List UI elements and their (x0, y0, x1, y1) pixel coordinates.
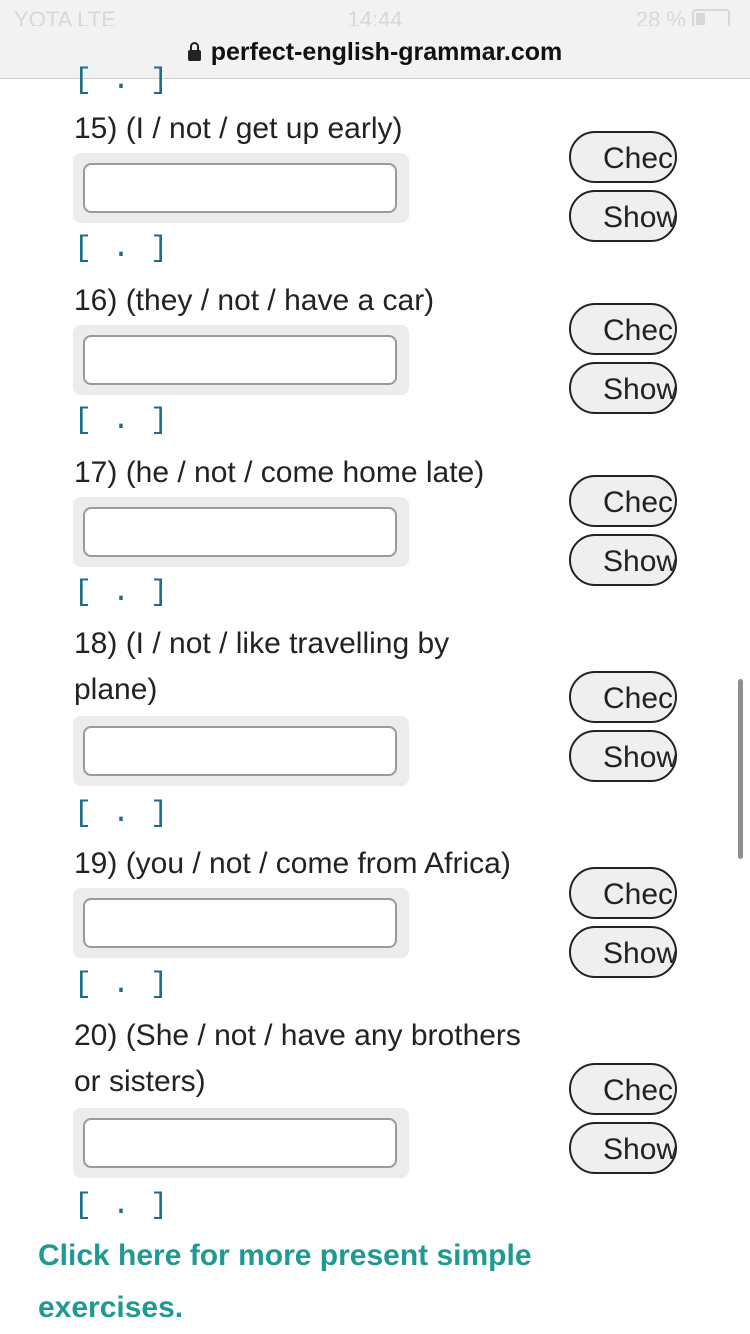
check-button-16[interactable]: Check (569, 303, 677, 355)
answer-box-17 (73, 497, 409, 567)
show-button-19[interactable]: Show (569, 926, 677, 978)
answer-input-16[interactable] (83, 335, 397, 385)
answer-box-19 (73, 888, 409, 958)
answer-input-17[interactable] (83, 507, 397, 557)
check-button-17[interactable]: Check (569, 475, 677, 527)
question-18: 18) (I / not / like travelling by plane) (74, 627, 450, 706)
answer-bracket-17: [ . ] (74, 576, 170, 610)
more-exercises-link[interactable]: Click here for more present simple exerc… (38, 1230, 598, 1334)
question-16: 16) (they / not / have a car) (74, 284, 435, 317)
show-button-15[interactable]: Show (569, 190, 677, 242)
check-button-19[interactable]: Check (569, 867, 677, 919)
answer-bracket-16: [ . ] (74, 404, 170, 438)
answer-bracket-19: [ . ] (74, 968, 170, 1002)
scrollbar[interactable] (738, 679, 743, 859)
answer-input-18[interactable] (83, 726, 397, 776)
answer-bracket-18: [ . ] (74, 797, 170, 831)
lock-icon (187, 42, 201, 61)
show-button-20[interactable]: Show (569, 1122, 677, 1174)
answer-input-15[interactable] (83, 163, 397, 213)
question-15: 15) (I / not / get up early) (74, 112, 403, 145)
question-19: 19) (you / not / come from Africa) (74, 847, 511, 880)
answer-box-16 (73, 325, 409, 395)
question-20: 20) (She / not / have any brothers or si… (74, 1019, 521, 1098)
check-button-20[interactable]: Check (569, 1063, 677, 1115)
page: YOTA LTE 14:44 28 % perfect-english-gram… (0, 0, 750, 1334)
show-button-17[interactable]: Show (569, 534, 677, 586)
answer-bracket-15: [ . ] (74, 232, 170, 266)
check-button-15[interactable]: Check (569, 131, 677, 183)
question-17: 17) (he / not / come home late) (74, 456, 485, 489)
answer-box-15 (73, 153, 409, 223)
answer-bracket: [ . ] (74, 64, 170, 98)
answer-box-20 (73, 1108, 409, 1178)
answer-bracket-20: [ . ] (74, 1189, 170, 1223)
answer-box-18 (73, 716, 409, 786)
answer-input-20[interactable] (83, 1118, 397, 1168)
show-button-18[interactable]: Show (569, 730, 677, 782)
answer-input-19[interactable] (83, 898, 397, 948)
url-domain: perfect-english-grammar.com (210, 38, 563, 66)
check-button-18[interactable]: Check (569, 671, 677, 723)
show-button-16[interactable]: Show (569, 362, 677, 414)
